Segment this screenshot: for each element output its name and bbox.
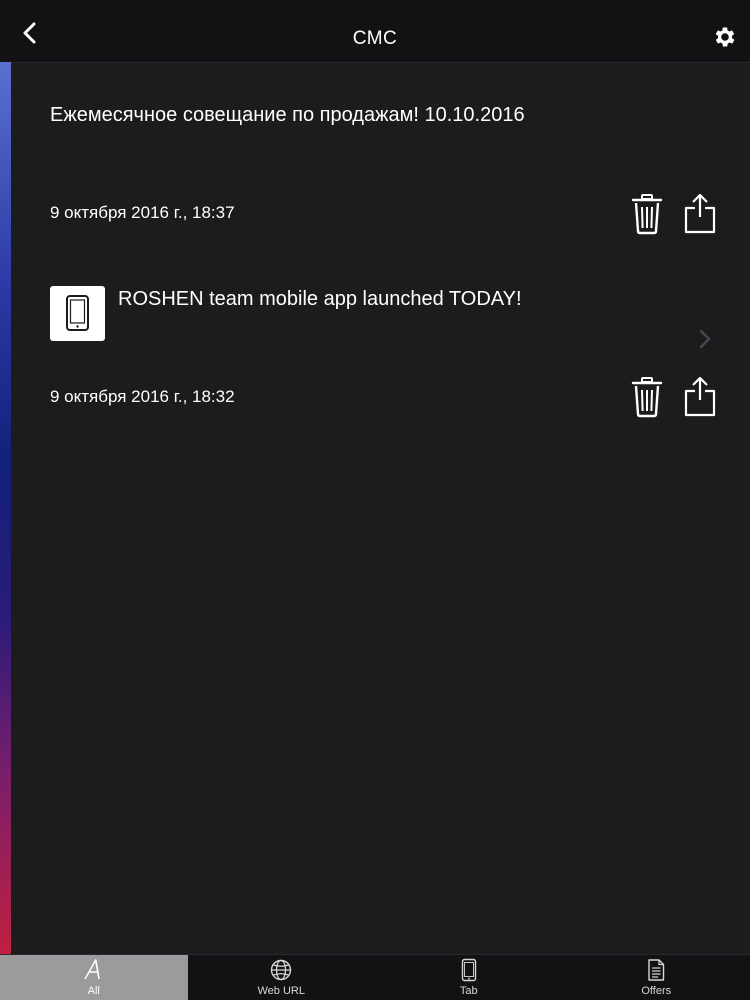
- share-button[interactable]: [683, 375, 717, 419]
- tablet-icon: [461, 958, 476, 982]
- trash-icon: [631, 194, 663, 235]
- message-thumbnail: [50, 286, 105, 341]
- tab-offers[interactable]: Offers: [563, 955, 750, 1000]
- tab-label: Web URL: [257, 985, 305, 997]
- open-message-button[interactable]: [696, 327, 714, 351]
- delete-button[interactable]: [630, 375, 664, 419]
- share-icon: [684, 376, 716, 417]
- chevron-left-icon: [23, 22, 36, 44]
- tab-bar: All Web URL Tab Offers: [0, 954, 750, 1000]
- message-date: 9 октября 2016 г., 18:37: [50, 203, 235, 222]
- message-item[interactable]: ROSHEN team mobile app launched TODAY!: [118, 286, 678, 312]
- globe-icon: [271, 959, 292, 981]
- share-icon: [684, 193, 716, 234]
- message-item[interactable]: Ежемесячное совещание по продажам! 10.10…: [50, 102, 720, 128]
- chevron-right-icon: [699, 329, 711, 349]
- message-date: 9 октября 2016 г., 18:32: [50, 387, 235, 406]
- message-text: Ежемесячное совещание по продажам! 10.10…: [50, 104, 525, 126]
- gear-icon: [715, 27, 735, 47]
- trash-icon: [631, 377, 663, 418]
- tab-label: All: [87, 985, 100, 997]
- delete-button[interactable]: [630, 192, 664, 236]
- tab-label: Offers: [641, 985, 672, 997]
- accent-strip: [0, 62, 11, 954]
- letter-a-icon: [84, 959, 100, 980]
- share-button[interactable]: [683, 192, 717, 236]
- tab-label: Tab: [459, 985, 478, 997]
- tablet-icon: [66, 295, 89, 331]
- settings-button[interactable]: [712, 24, 738, 50]
- sms-screen: СМС Ежемесячное совещание по продажам! 1…: [0, 0, 750, 1000]
- tab-tab[interactable]: Tab: [375, 955, 563, 1000]
- tab-all[interactable]: All: [0, 955, 188, 1000]
- page-title-text: СМС: [352, 28, 398, 49]
- page-title: СМС: [0, 0, 750, 62]
- document-icon: [648, 959, 665, 981]
- navigation-bar: СМС: [0, 0, 750, 63]
- tab-web-url[interactable]: Web URL: [188, 955, 376, 1000]
- back-button[interactable]: [14, 17, 46, 49]
- message-text: ROSHEN team mobile app launched TODAY!: [118, 288, 522, 310]
